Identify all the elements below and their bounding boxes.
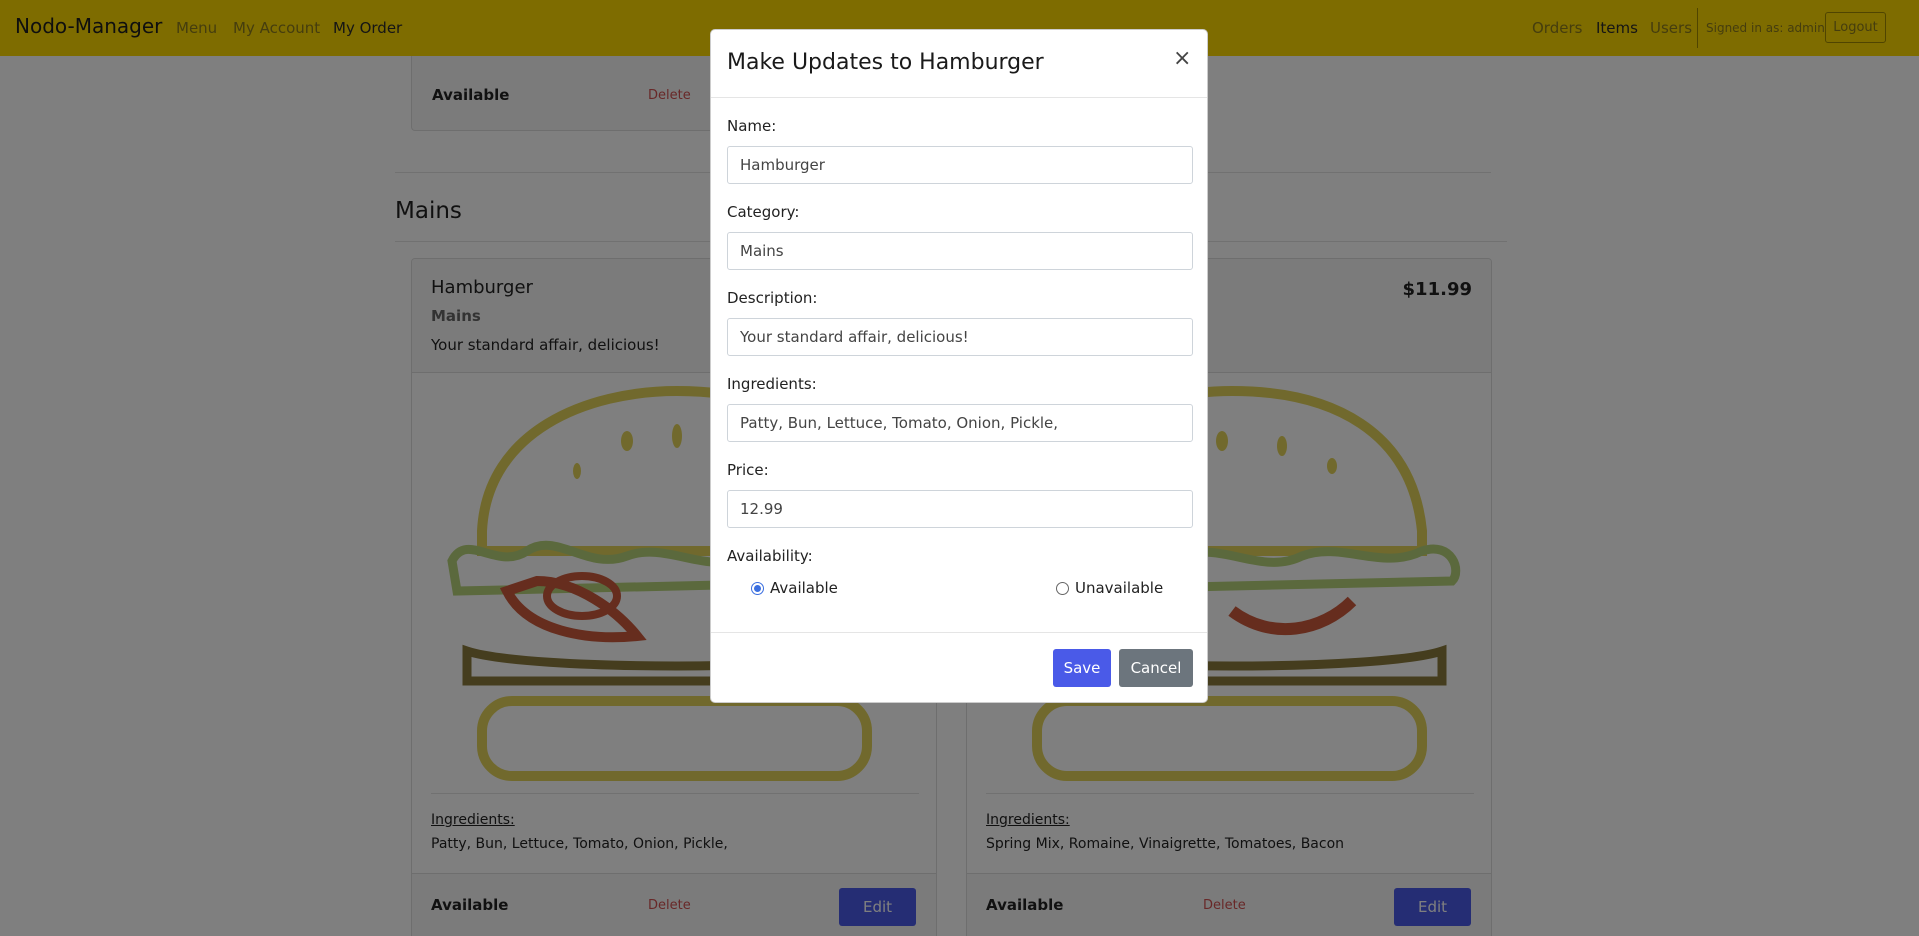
description-label: Description: (727, 289, 818, 307)
name-label: Name: (727, 117, 777, 135)
ingredients-label: Ingredients: (727, 375, 817, 393)
edit-item-modal: Make Updates to Hamburger × Name: Catego… (710, 29, 1208, 703)
modal-footer-divider (711, 632, 1207, 633)
description-input[interactable] (727, 318, 1193, 356)
availability-label: Availability: (727, 547, 813, 565)
save-button[interactable]: Save (1053, 649, 1111, 687)
modal-header: Make Updates to Hamburger × (711, 30, 1207, 98)
cancel-button[interactable]: Cancel (1119, 649, 1193, 687)
category-input[interactable] (727, 232, 1193, 270)
name-input[interactable] (727, 146, 1193, 184)
ingredients-input[interactable] (727, 404, 1193, 442)
category-label: Category: (727, 203, 800, 221)
available-radio-label: Available (770, 579, 838, 597)
unavailable-radio-option[interactable]: Unavailable (1056, 579, 1163, 597)
available-radio-option[interactable]: Available (751, 579, 838, 597)
price-label: Price: (727, 461, 769, 479)
unavailable-radio[interactable] (1056, 581, 1069, 595)
available-radio[interactable] (751, 581, 764, 595)
unavailable-radio-label: Unavailable (1075, 579, 1164, 597)
modal-title: Make Updates to Hamburger (727, 50, 1044, 75)
price-input[interactable] (727, 490, 1193, 528)
close-icon[interactable]: × (1173, 46, 1191, 71)
